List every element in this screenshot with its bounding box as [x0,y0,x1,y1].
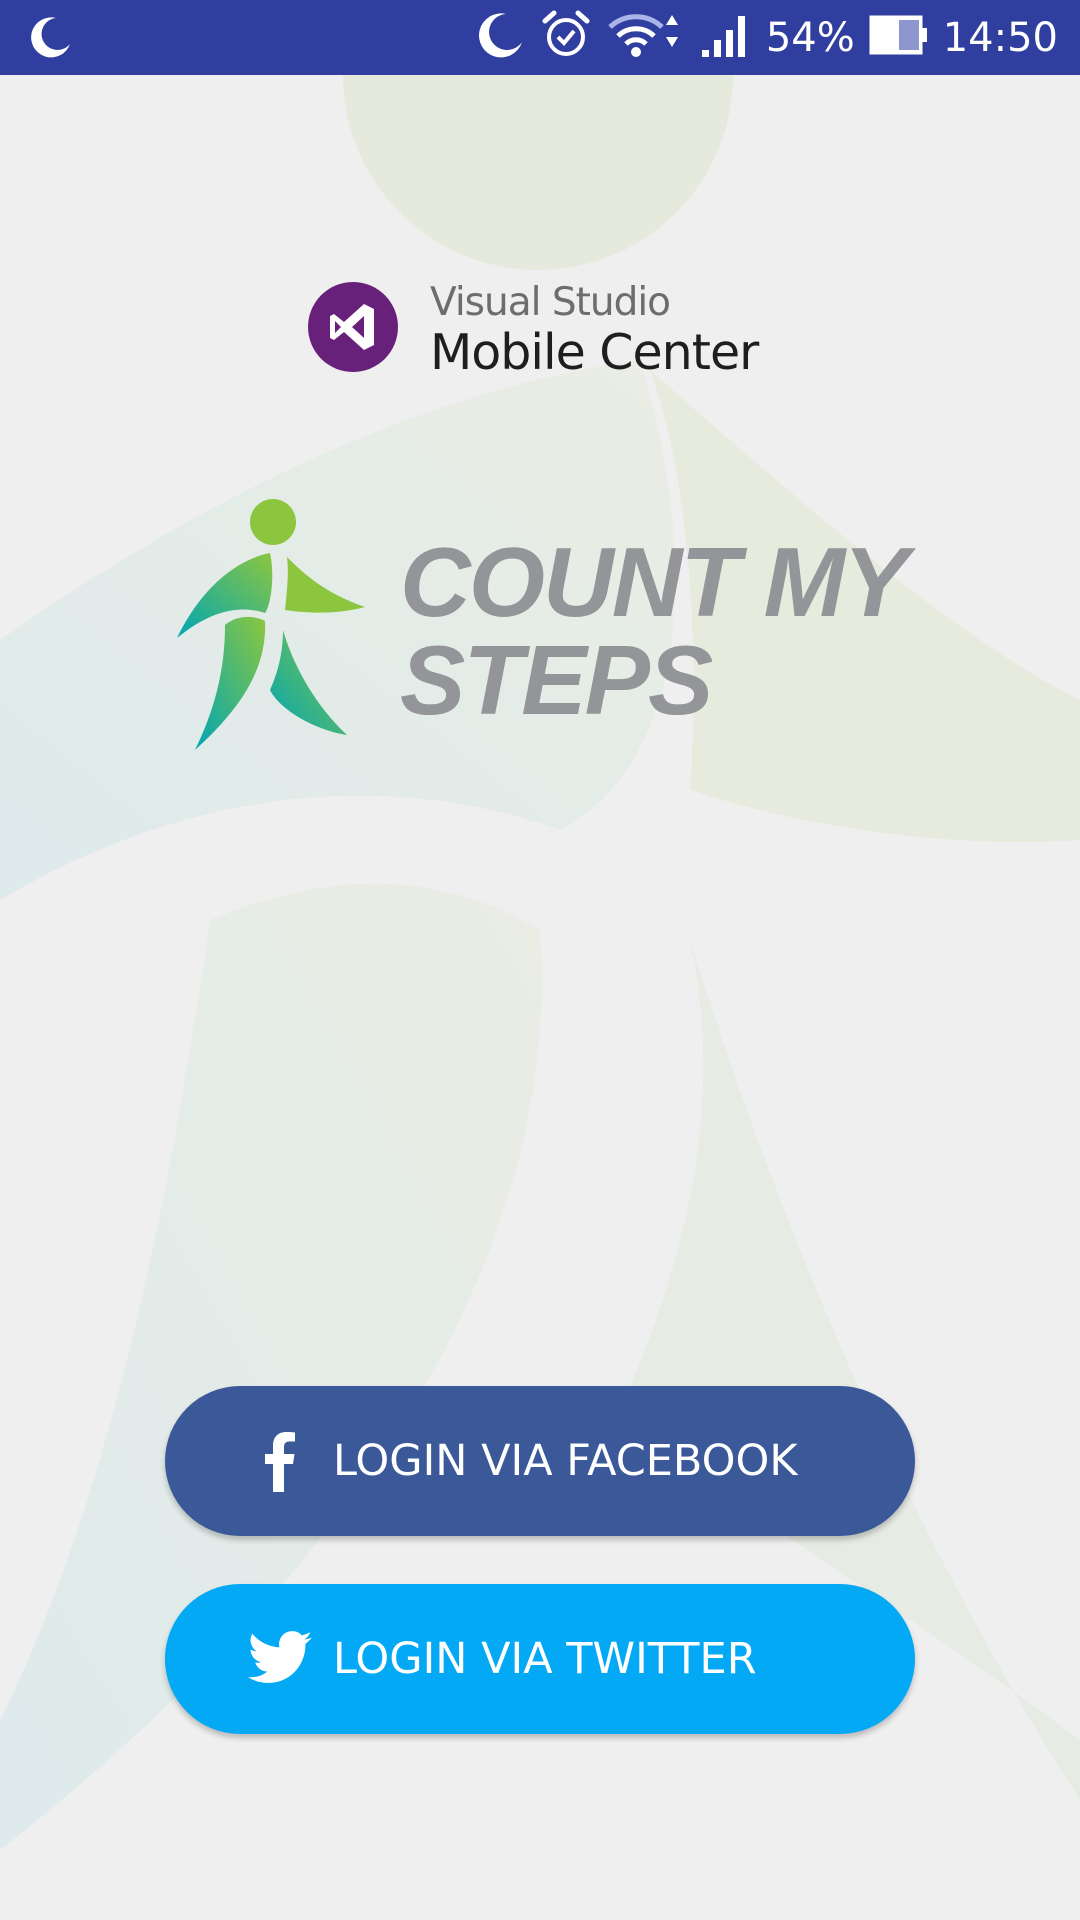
walker-icon [175,495,375,755]
battery-icon [869,15,929,60]
signal-icon [700,12,752,63]
battery-percent: 54% [765,14,855,61]
alarm-icon [540,9,592,66]
count-my-steps-logo: COUNT MY STEPS [175,495,915,755]
visual-studio-text: Visual Studio [430,280,671,325]
login-facebook-button[interactable]: LOGIN VIA FACEBOOK [165,1386,915,1536]
app-name: COUNT MY STEPS [400,527,909,735]
mobile-center-text: Mobile Center [430,324,759,381]
visual-studio-mobile-center-logo: Visual Studio Mobile Center [308,280,768,381]
visual-studio-icon [308,282,398,372]
status-bar: 54% 14:50 [0,0,1080,75]
login-twitter-label: LOGIN VIA TWITTER [333,1634,757,1684]
login-twitter-button[interactable]: LOGIN VIA TWITTER [165,1584,915,1734]
login-facebook-label: LOGIN VIA FACEBOOK [333,1436,798,1486]
twitter-icon [245,1624,315,1694]
status-icons: 54% 14:50 [476,0,1058,75]
moon-icon [30,14,74,63]
wifi-icon [606,9,686,66]
facebook-icon [245,1426,315,1496]
clock: 14:50 [942,14,1058,61]
moon-icon [476,10,526,65]
app-name-line1: COUNT MY [400,527,909,637]
app-name-line2: STEPS [400,625,713,735]
